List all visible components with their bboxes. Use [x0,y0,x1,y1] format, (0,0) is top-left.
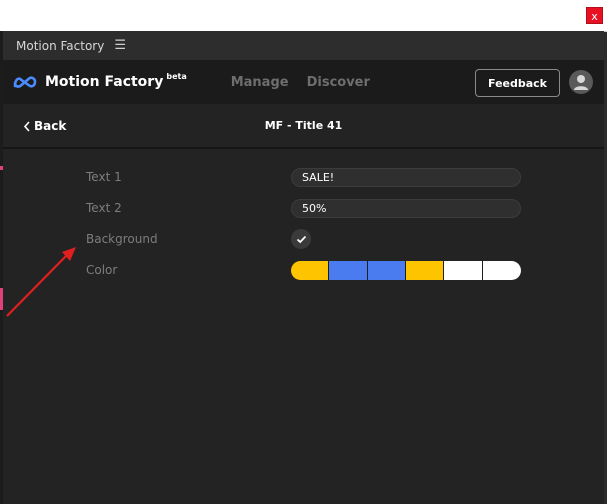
text1-input[interactable] [291,168,521,187]
close-button[interactable]: x [586,7,603,24]
background-checkbox[interactable] [291,229,311,249]
page-title: MF - Title 41 [264,119,343,132]
color-swatch-6[interactable] [482,261,521,280]
user-silhouette-icon [574,75,588,90]
app-header: Motion Factory beta Manage Discover Feed… [3,60,604,104]
feedback-button[interactable]: Feedback [475,69,560,97]
panel-title-bar: Motion Factory ☰ [3,31,604,60]
brand[interactable]: Motion Factory beta [12,71,187,90]
checkmark-icon [296,235,306,243]
color-swatch-4[interactable] [405,261,445,280]
user-avatar-icon[interactable] [569,70,593,94]
host-title-bar: x [0,0,607,32]
motion-factory-panel: Motion Factory ☰ Motion Factory beta Man… [3,31,604,504]
sub-header: Back MF - Title 41 [3,104,604,148]
color-swatch-bar [291,261,521,280]
brand-name: Motion Factory [45,74,164,90]
hamburger-menu-icon[interactable]: ☰ [114,38,126,53]
background-label: Background [86,232,158,246]
beta-badge: beta [166,71,187,81]
color-swatch-5[interactable] [444,261,483,280]
color-swatch-3[interactable] [367,261,406,280]
nav-manage[interactable]: Manage [231,75,289,90]
color-label: Color [86,263,118,277]
divider [3,147,604,149]
meta-infinity-logo-icon [13,76,37,88]
color-swatch-2[interactable] [329,261,368,280]
panel-title: Motion Factory [16,38,105,53]
text2-input[interactable] [291,199,521,218]
text2-label: Text 2 [86,201,122,215]
main-nav: Manage Discover [231,75,388,90]
color-swatch-1[interactable] [291,261,330,280]
text1-label: Text 1 [86,170,122,184]
nav-discover[interactable]: Discover [307,75,370,90]
